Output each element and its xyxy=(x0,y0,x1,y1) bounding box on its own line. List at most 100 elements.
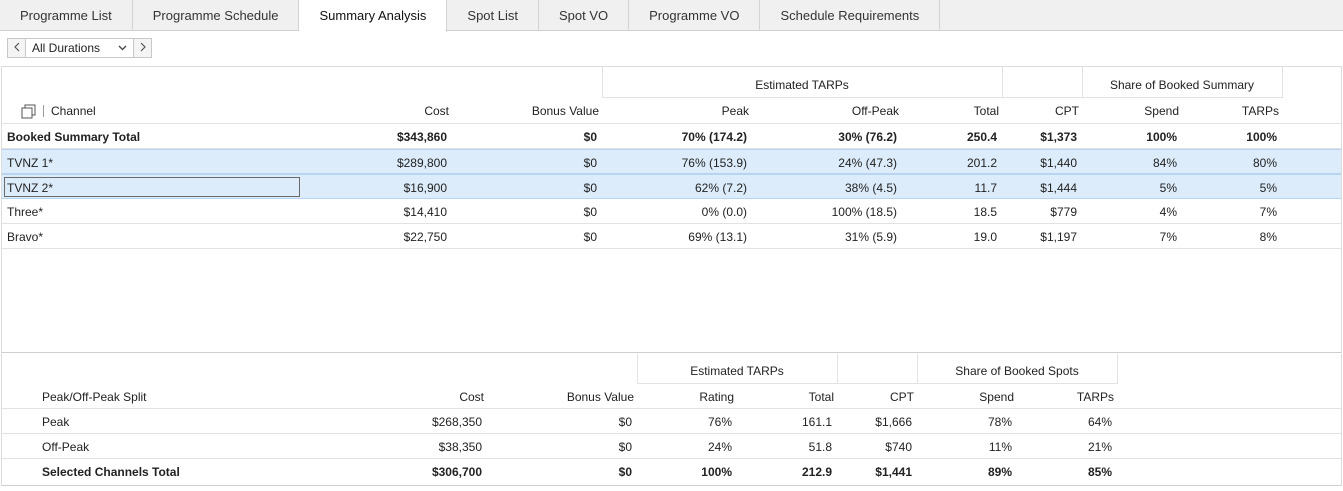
split-row-bonus: $0 xyxy=(618,415,632,429)
share-booked-group-header: Share of Booked Summary xyxy=(1109,78,1255,92)
split-row-spend: 11% xyxy=(988,440,1012,454)
column-header-off-peak[interactable]: Off-Peak xyxy=(752,104,899,118)
tab-spot-list[interactable]: Spot List xyxy=(447,0,539,31)
column-header-bonus-value[interactable]: Bonus Value xyxy=(452,104,599,118)
split-total-row[interactable]: Selected Channels Total $306,700 $0 100%… xyxy=(2,459,1341,484)
row-total: 19.0 xyxy=(973,230,997,244)
tab-spot-vo[interactable]: Spot VO xyxy=(539,0,630,31)
row-total: 18.5 xyxy=(973,205,997,219)
split-column-header-label[interactable]: Peak/Off-Peak Split xyxy=(42,390,147,404)
row-cpt: $1,444 xyxy=(1040,181,1077,195)
summary-grid: Estimated TARPs Share of Booked Summary … xyxy=(1,66,1342,353)
tab-schedule-requirements[interactable]: Schedule Requirements xyxy=(760,0,941,31)
split-column-header-bonus[interactable]: Bonus Value xyxy=(487,390,634,404)
duration-select[interactable]: All Durations xyxy=(26,38,133,58)
column-header-cpt[interactable]: CPT xyxy=(1002,104,1079,118)
split-row-cost: $306,700 xyxy=(431,465,482,479)
row-cpt: $1,197 xyxy=(1040,230,1077,244)
total-cost: $343,860 xyxy=(396,130,447,144)
row-tarps: 8% xyxy=(1259,230,1277,244)
column-header-total[interactable]: Total xyxy=(902,104,999,118)
row-bonus: $0 xyxy=(583,205,597,219)
column-header-tarps[interactable]: TARPs xyxy=(1182,104,1279,118)
column-header-peak[interactable]: Peak xyxy=(602,104,749,118)
row-cost: $289,800 xyxy=(396,156,447,170)
split-row-tarps: 85% xyxy=(1087,465,1112,479)
column-header-channel[interactable]: Channel xyxy=(51,104,96,118)
split-row-label: Peak xyxy=(42,415,70,429)
row-channel: Bravo* xyxy=(7,230,44,244)
row-channel: TVNZ 2* xyxy=(7,181,54,195)
split-row-rating: 100% xyxy=(701,465,732,479)
split-column-header-rating[interactable]: Rating xyxy=(637,390,734,404)
row-offpeak: 38% (4.5) xyxy=(844,181,897,195)
row-offpeak: 31% (5.9) xyxy=(844,230,897,244)
table-row[interactable]: TVNZ 1* $289,800 $0 76% (153.9) 24% (47.… xyxy=(2,149,1341,174)
split-column-header-cpt[interactable]: CPT xyxy=(837,390,914,404)
tab-programme-schedule[interactable]: Programme Schedule xyxy=(133,0,300,31)
chevron-right-icon xyxy=(140,42,146,52)
row-peak: 76% (153.9) xyxy=(681,156,747,170)
chevron-down-icon xyxy=(118,45,127,51)
chevron-left-icon xyxy=(13,42,19,52)
split-column-header-total[interactable]: Total xyxy=(737,390,834,404)
peak-split-grid: Estimated TARPs Share of Booked Spots Pe… xyxy=(1,354,1342,486)
split-row-bonus: $0 xyxy=(618,465,632,479)
duration-select-value: All Durations xyxy=(32,41,101,55)
split-row-rating: 76% xyxy=(707,415,732,429)
split-row-total: 51.8 xyxy=(808,440,832,454)
row-cost: $22,750 xyxy=(403,230,447,244)
split-row-total: 161.1 xyxy=(801,415,832,429)
column-header-spend[interactable]: Spend xyxy=(1082,104,1179,118)
split-row-tarps: 21% xyxy=(1087,440,1112,454)
prev-duration-button[interactable] xyxy=(7,38,26,58)
row-total: 11.7 xyxy=(974,181,997,195)
split-column-header-tarps[interactable]: TARPs xyxy=(1017,390,1114,404)
table-row[interactable]: Bravo* $22,750 $0 69% (13.1) 31% (5.9) 1… xyxy=(2,224,1341,249)
column-header-cost[interactable]: Cost xyxy=(302,104,449,118)
split-row-cpt: $740 xyxy=(885,440,912,454)
total-bonus: $0 xyxy=(583,130,597,144)
split-estimated-tarps-group-header: Estimated TARPs xyxy=(690,364,784,378)
total-tarps: 100% xyxy=(1246,130,1277,144)
row-bonus: $0 xyxy=(583,181,597,195)
split-column-header-cost[interactable]: Cost xyxy=(337,390,484,404)
row-peak: 0% (0.0) xyxy=(701,205,747,219)
split-row-label: Selected Channels Total xyxy=(42,465,180,479)
row-offpeak: 100% (18.5) xyxy=(831,205,897,219)
table-row[interactable]: Off-Peak $38,350 $0 24% 51.8 $740 11% 21… xyxy=(2,434,1341,459)
table-row[interactable]: Three* $14,410 $0 0% (0.0) 100% (18.5) 1… xyxy=(2,199,1341,224)
split-row-spend: 89% xyxy=(987,465,1012,479)
row-cost: $14,410 xyxy=(403,205,447,219)
row-total: 201.2 xyxy=(966,156,997,170)
total-channel: Booked Summary Total xyxy=(7,130,141,144)
tab-programme-list[interactable]: Programme List xyxy=(0,0,133,31)
estimated-tarps-group-header: Estimated TARPs xyxy=(755,78,849,92)
row-cpt: $1,440 xyxy=(1040,156,1077,170)
duration-toolbar: All Durations xyxy=(7,38,152,58)
tab-summary-analysis[interactable]: Summary Analysis xyxy=(299,0,448,32)
row-cpt: $779 xyxy=(1050,205,1077,219)
copy-icon[interactable] xyxy=(21,104,38,119)
table-row[interactable]: Peak $268,350 $0 76% 161.1 $1,666 78% 64… xyxy=(2,409,1341,434)
summary-total-row[interactable]: Booked Summary Total $343,860 $0 70% (17… xyxy=(2,124,1341,149)
tab-programme-vo[interactable]: Programme VO xyxy=(629,0,761,31)
row-bonus: $0 xyxy=(583,230,597,244)
total-offpeak: 30% (76.2) xyxy=(838,130,897,144)
row-tarps: 5% xyxy=(1259,181,1277,195)
total-total: 250.4 xyxy=(966,130,997,144)
row-cost: $16,900 xyxy=(403,181,447,195)
split-row-cost: $38,350 xyxy=(438,440,482,454)
row-tarps: 80% xyxy=(1252,156,1277,170)
row-channel: Three* xyxy=(7,205,44,219)
split-column-header-spend[interactable]: Spend xyxy=(917,390,1014,404)
next-duration-button[interactable] xyxy=(133,38,152,58)
split-row-tarps: 64% xyxy=(1087,415,1112,429)
table-row[interactable]: TVNZ 2* $16,900 $0 62% (7.2) 38% (4.5) 1… xyxy=(2,174,1341,199)
row-peak: 62% (7.2) xyxy=(694,181,747,195)
row-spend: 84% xyxy=(1152,156,1177,170)
row-tarps: 7% xyxy=(1259,205,1277,219)
row-spend: 5% xyxy=(1159,181,1177,195)
split-row-cost: $268,350 xyxy=(431,415,482,429)
split-row-spend: 78% xyxy=(987,415,1012,429)
